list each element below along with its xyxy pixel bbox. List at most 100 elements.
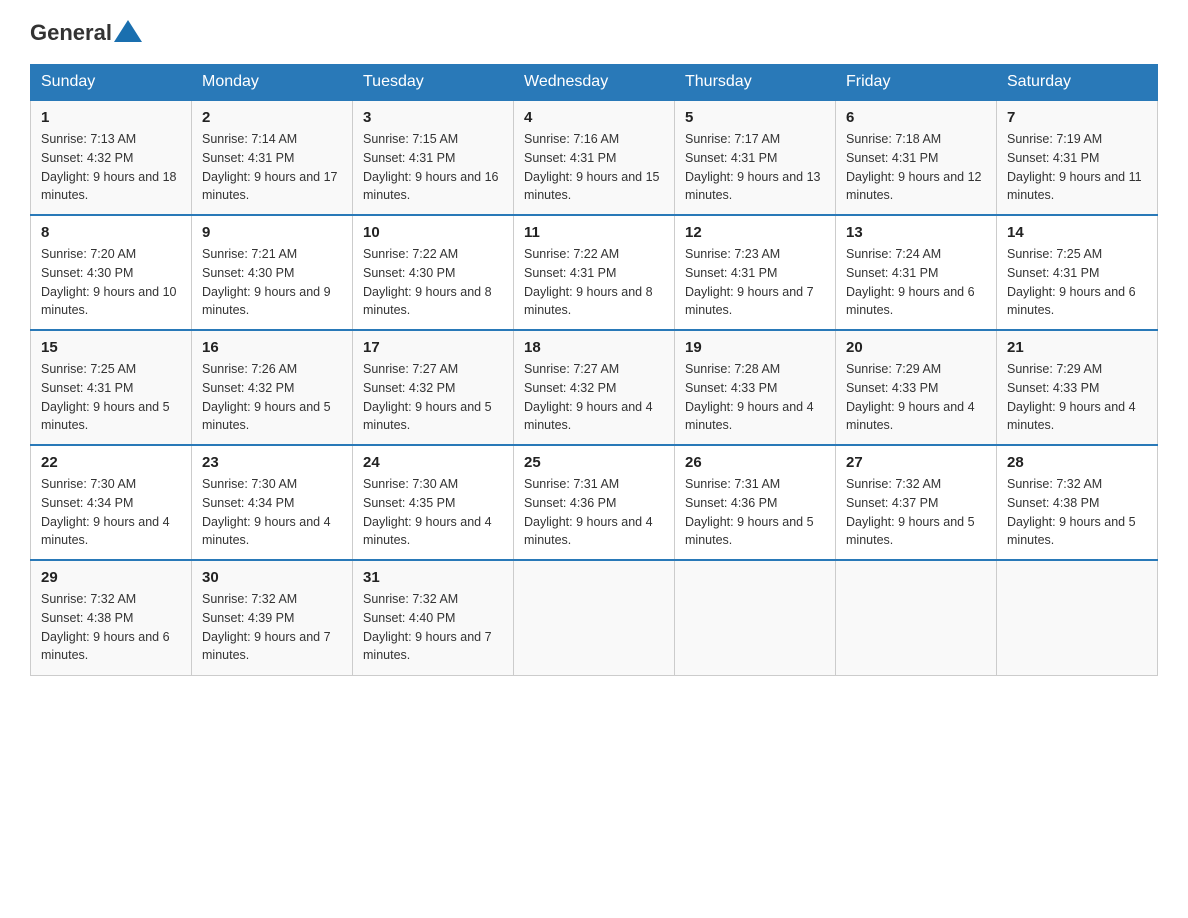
calendar-week-row: 29 Sunrise: 7:32 AMSunset: 4:38 PMDayligh… xyxy=(31,560,1158,675)
col-sunday: Sunday xyxy=(31,65,192,101)
day-info: Sunrise: 7:17 AMSunset: 4:31 PMDaylight:… xyxy=(685,130,825,205)
table-row: 18 Sunrise: 7:27 AMSunset: 4:32 PMDayligh… xyxy=(514,330,675,445)
day-info: Sunrise: 7:22 AMSunset: 4:30 PMDaylight:… xyxy=(363,245,503,320)
day-number: 6 xyxy=(846,109,986,126)
table-row: 4 Sunrise: 7:16 AMSunset: 4:31 PMDaylight… xyxy=(514,100,675,215)
calendar-week-row: 1Sunrise: 7:13 AMSunset: 4:32 PMDaylight… xyxy=(31,100,1158,215)
table-row: 8 Sunrise: 7:20 AMSunset: 4:30 PMDaylight… xyxy=(31,215,192,330)
day-info: Sunrise: 7:29 AMSunset: 4:33 PMDaylight:… xyxy=(1007,360,1147,435)
table-row: 14 Sunrise: 7:25 AMSunset: 4:31 PMDayligh… xyxy=(997,215,1158,330)
day-info: Sunrise: 7:30 AMSunset: 4:35 PMDaylight:… xyxy=(363,475,503,550)
col-wednesday: Wednesday xyxy=(514,65,675,101)
table-row: 12 Sunrise: 7:23 AMSunset: 4:31 PMDayligh… xyxy=(675,215,836,330)
table-row xyxy=(675,560,836,675)
day-info: Sunrise: 7:32 AMSunset: 4:39 PMDaylight:… xyxy=(202,590,342,665)
table-row: 29 Sunrise: 7:32 AMSunset: 4:38 PMDayligh… xyxy=(31,560,192,675)
col-friday: Friday xyxy=(836,65,997,101)
day-number: 22 xyxy=(41,454,181,471)
day-number: 4 xyxy=(524,109,664,126)
day-number: 24 xyxy=(363,454,503,471)
col-monday: Monday xyxy=(192,65,353,101)
logo-triangle-icon xyxy=(114,20,142,42)
table-row xyxy=(997,560,1158,675)
calendar-header: Sunday Monday Tuesday Wednesday Thursday… xyxy=(31,65,1158,101)
table-row: 1Sunrise: 7:13 AMSunset: 4:32 PMDaylight… xyxy=(31,100,192,215)
day-info: Sunrise: 7:25 AMSunset: 4:31 PMDaylight:… xyxy=(1007,245,1147,320)
day-number: 2 xyxy=(202,109,342,126)
day-info: Sunrise: 7:26 AMSunset: 4:32 PMDaylight:… xyxy=(202,360,342,435)
day-number: 18 xyxy=(524,339,664,356)
day-info: Sunrise: 7:20 AMSunset: 4:30 PMDaylight:… xyxy=(41,245,181,320)
day-number: 3 xyxy=(363,109,503,126)
day-info: Sunrise: 7:31 AMSunset: 4:36 PMDaylight:… xyxy=(685,475,825,550)
table-row: 17Sunrise: 7:27 AMSunset: 4:32 PMDayligh… xyxy=(353,330,514,445)
day-info: Sunrise: 7:32 AMSunset: 4:38 PMDaylight:… xyxy=(41,590,181,665)
table-row: 26 Sunrise: 7:31 AMSunset: 4:36 PMDayligh… xyxy=(675,445,836,560)
table-row: 24 Sunrise: 7:30 AMSunset: 4:35 PMDayligh… xyxy=(353,445,514,560)
day-info: Sunrise: 7:22 AMSunset: 4:31 PMDaylight:… xyxy=(524,245,664,320)
day-number: 17 xyxy=(363,339,503,356)
day-number: 19 xyxy=(685,339,825,356)
day-info: Sunrise: 7:30 AMSunset: 4:34 PMDaylight:… xyxy=(41,475,181,550)
table-row: 30 Sunrise: 7:32 AMSunset: 4:39 PMDayligh… xyxy=(192,560,353,675)
day-number: 31 xyxy=(363,569,503,586)
day-number: 8 xyxy=(41,224,181,241)
day-number: 29 xyxy=(41,569,181,586)
day-number: 23 xyxy=(202,454,342,471)
day-number: 21 xyxy=(1007,339,1147,356)
table-row: 2 Sunrise: 7:14 AMSunset: 4:31 PMDaylight… xyxy=(192,100,353,215)
day-info: Sunrise: 7:21 AMSunset: 4:30 PMDaylight:… xyxy=(202,245,342,320)
day-info: Sunrise: 7:19 AMSunset: 4:31 PMDaylight:… xyxy=(1007,130,1147,205)
day-info: Sunrise: 7:23 AMSunset: 4:31 PMDaylight:… xyxy=(685,245,825,320)
logo: General xyxy=(30,20,144,46)
day-number: 27 xyxy=(846,454,986,471)
table-row: 20 Sunrise: 7:29 AMSunset: 4:33 PMDayligh… xyxy=(836,330,997,445)
table-row: 23 Sunrise: 7:30 AMSunset: 4:34 PMDayligh… xyxy=(192,445,353,560)
day-info: Sunrise: 7:18 AMSunset: 4:31 PMDaylight:… xyxy=(846,130,986,205)
day-number: 10 xyxy=(363,224,503,241)
day-info: Sunrise: 7:28 AMSunset: 4:33 PMDaylight:… xyxy=(685,360,825,435)
day-info: Sunrise: 7:30 AMSunset: 4:34 PMDaylight:… xyxy=(202,475,342,550)
day-number: 14 xyxy=(1007,224,1147,241)
day-info: Sunrise: 7:15 AMSunset: 4:31 PMDaylight:… xyxy=(363,130,503,205)
day-number: 9 xyxy=(202,224,342,241)
day-number: 30 xyxy=(202,569,342,586)
table-row: 10 Sunrise: 7:22 AMSunset: 4:30 PMDayligh… xyxy=(353,215,514,330)
table-row: 25 Sunrise: 7:31 AMSunset: 4:36 PMDayligh… xyxy=(514,445,675,560)
table-row: 7 Sunrise: 7:19 AMSunset: 4:31 PMDaylight… xyxy=(997,100,1158,215)
day-info: Sunrise: 7:16 AMSunset: 4:31 PMDaylight:… xyxy=(524,130,664,205)
day-number: 25 xyxy=(524,454,664,471)
day-info: Sunrise: 7:32 AMSunset: 4:38 PMDaylight:… xyxy=(1007,475,1147,550)
calendar-week-row: 8 Sunrise: 7:20 AMSunset: 4:30 PMDaylight… xyxy=(31,215,1158,330)
table-row: 11 Sunrise: 7:22 AMSunset: 4:31 PMDayligh… xyxy=(514,215,675,330)
day-info: Sunrise: 7:32 AMSunset: 4:40 PMDaylight:… xyxy=(363,590,503,665)
day-info: Sunrise: 7:24 AMSunset: 4:31 PMDaylight:… xyxy=(846,245,986,320)
table-row: 9 Sunrise: 7:21 AMSunset: 4:30 PMDaylight… xyxy=(192,215,353,330)
page-header: General xyxy=(30,20,1158,46)
col-thursday: Thursday xyxy=(675,65,836,101)
calendar-table: Sunday Monday Tuesday Wednesday Thursday… xyxy=(30,64,1158,676)
day-number: 20 xyxy=(846,339,986,356)
day-number: 5 xyxy=(685,109,825,126)
table-row xyxy=(836,560,997,675)
table-row: 6 Sunrise: 7:18 AMSunset: 4:31 PMDaylight… xyxy=(836,100,997,215)
calendar-body: 1Sunrise: 7:13 AMSunset: 4:32 PMDaylight… xyxy=(31,100,1158,675)
logo-general-text: General xyxy=(30,20,112,46)
day-number: 12 xyxy=(685,224,825,241)
day-info: Sunrise: 7:14 AMSunset: 4:31 PMDaylight:… xyxy=(202,130,342,205)
day-number: 13 xyxy=(846,224,986,241)
day-number: 7 xyxy=(1007,109,1147,126)
day-info: Sunrise: 7:32 AMSunset: 4:37 PMDaylight:… xyxy=(846,475,986,550)
col-saturday: Saturday xyxy=(997,65,1158,101)
day-number: 11 xyxy=(524,224,664,241)
table-row: 31 Sunrise: 7:32 AMSunset: 4:40 PMDayligh… xyxy=(353,560,514,675)
day-info: Sunrise: 7:31 AMSunset: 4:36 PMDaylight:… xyxy=(524,475,664,550)
table-row xyxy=(514,560,675,675)
day-number: 26 xyxy=(685,454,825,471)
day-info: Sunrise: 7:27 AMSunset: 4:32 PMDaylight:… xyxy=(524,360,664,435)
table-row: 3 Sunrise: 7:15 AMSunset: 4:31 PMDaylight… xyxy=(353,100,514,215)
table-row: 22 Sunrise: 7:30 AMSunset: 4:34 PMDayligh… xyxy=(31,445,192,560)
day-info: Sunrise: 7:29 AMSunset: 4:33 PMDaylight:… xyxy=(846,360,986,435)
day-info: Sunrise: 7:25 AMSunset: 4:31 PMDaylight:… xyxy=(41,360,181,435)
day-number: 1 xyxy=(41,109,181,126)
